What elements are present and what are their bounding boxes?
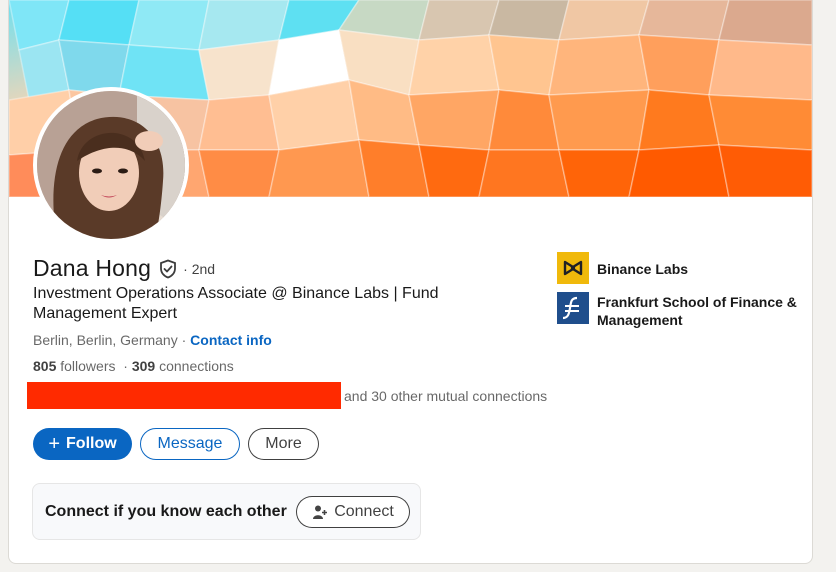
redaction-bar <box>27 382 341 409</box>
plus-icon: + <box>48 433 61 455</box>
connect-button[interactable]: Connect <box>296 496 410 528</box>
profile-card: Dana Hong · 2nd Investment Operations As… <box>8 0 813 564</box>
connect-suggestion-box: Connect if you know each other Connect <box>32 483 421 540</box>
org-name: Binance Labs <box>597 261 689 277</box>
org-frankfurt-school[interactable]: Frankfurt School of Finance & Management <box>557 292 797 329</box>
network-stats: 805 followers · 309 connections <box>33 358 234 374</box>
followers-count: 805 <box>33 358 57 374</box>
follow-label: Follow <box>66 435 117 452</box>
profile-location: Berlin, Berlin, Germany · <box>33 332 187 348</box>
frankfurt-school-logo-icon <box>557 292 589 324</box>
more-button[interactable]: More <box>248 428 319 460</box>
binance-labs-logo-icon <box>557 252 589 284</box>
verified-shield-icon[interactable] <box>158 259 178 279</box>
connection-degree: · 2nd <box>183 260 216 277</box>
add-person-icon <box>313 505 328 519</box>
name-row: Dana Hong · 2nd <box>33 255 215 282</box>
message-button[interactable]: Message <box>140 428 240 460</box>
followers-label: followers <box>60 358 116 374</box>
mutual-connections-text[interactable]: and 30 other mutual connections <box>344 388 547 404</box>
profile-headline: Investment Operations Associate @ Binanc… <box>33 285 439 322</box>
org-name: Frankfurt School of Finance & Management <box>597 294 797 328</box>
connect-prompt-text: Connect if you know each other <box>45 503 287 520</box>
connect-label: Connect <box>334 503 394 520</box>
location-row: Berlin, Berlin, Germany · Contact info <box>33 332 272 348</box>
contact-info-link[interactable]: Contact info <box>190 332 272 348</box>
profile-name: Dana Hong <box>33 255 152 281</box>
connections-count[interactable]: 309 <box>132 358 155 374</box>
follow-button[interactable]: + Follow <box>33 428 132 460</box>
profile-photo[interactable] <box>33 87 189 243</box>
org-binance-labs[interactable]: Binance Labs <box>557 252 797 284</box>
connections-label[interactable]: connections <box>159 358 234 374</box>
